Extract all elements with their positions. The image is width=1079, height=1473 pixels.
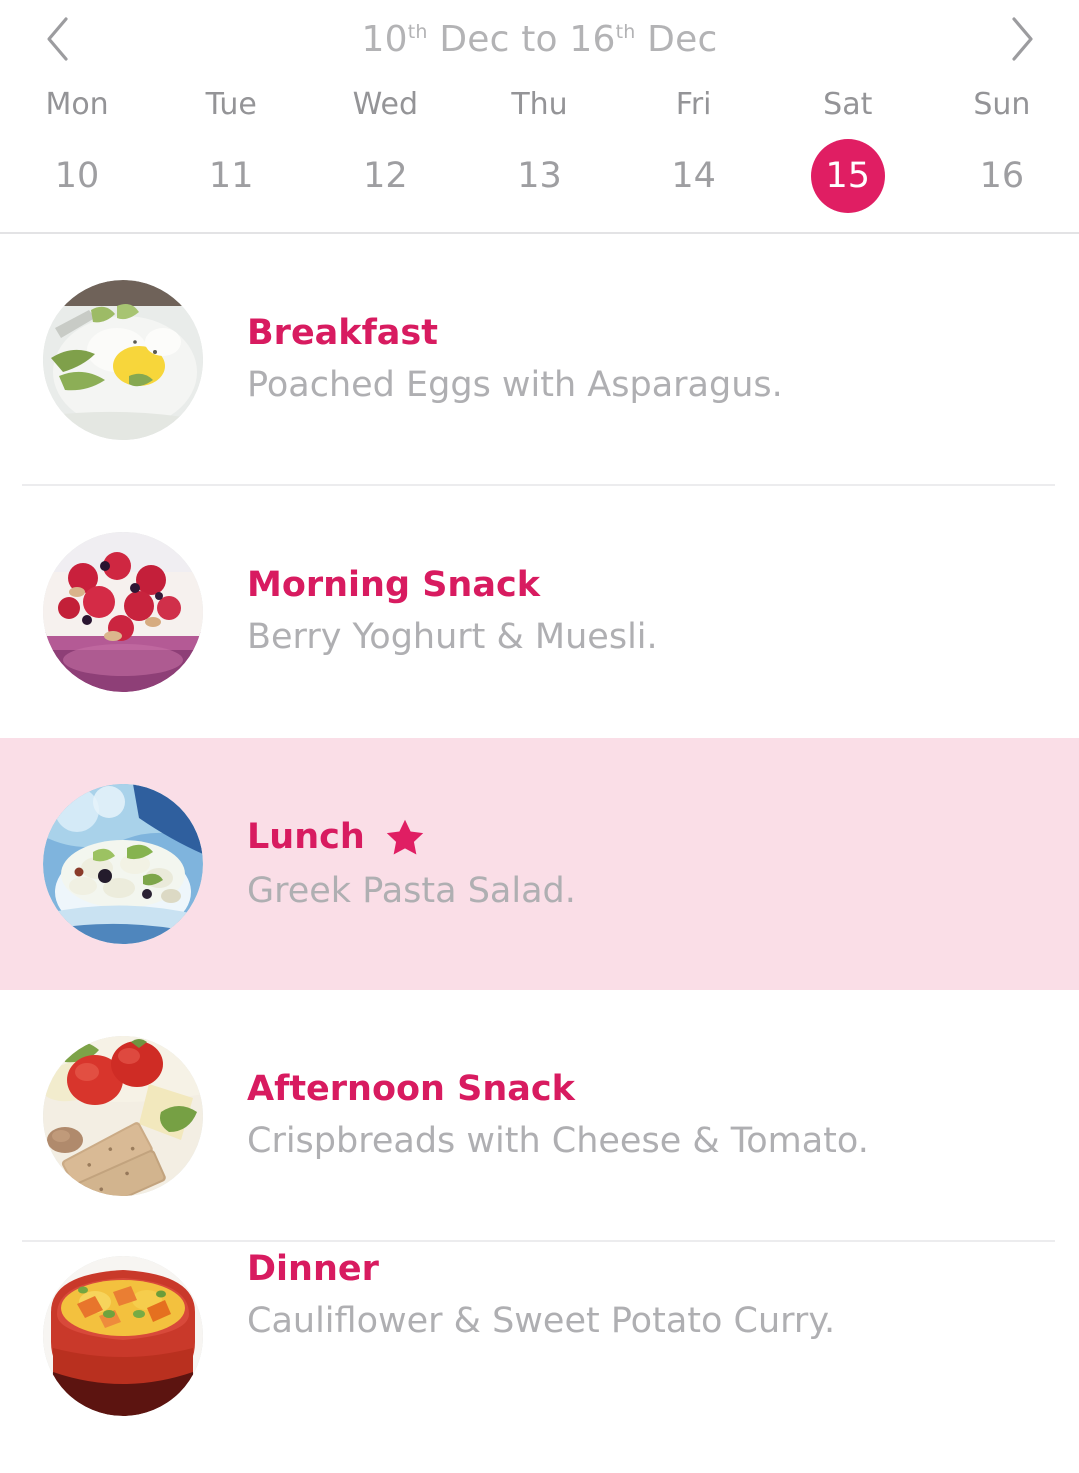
week-range-separator: Dec to	[427, 18, 570, 60]
meal-title-label: Afternoon Snack	[247, 1069, 575, 1110]
meal-row-lunch[interactable]: Lunch Greek Pasta Salad.	[0, 738, 1079, 990]
meal-text-breakfast: Breakfast Poached Eggs with Asparagus.	[247, 314, 783, 406]
week-range-tail: Dec	[635, 18, 718, 60]
weekday-label: Sat	[823, 86, 873, 122]
meal-title-label: Morning Snack	[247, 565, 540, 606]
date-number-selected[interactable]: 15	[810, 139, 885, 213]
weekday-cell-sun[interactable]: Sun	[925, 78, 1079, 130]
meal-planner-screen: 10th Dec to 16th Dec Mon Tue Wed Thu Fri…	[0, 0, 1079, 1473]
weekday-cell-tue[interactable]: Tue	[154, 78, 308, 130]
date-number[interactable]: 10	[40, 139, 114, 213]
week-range-end-day: 16	[569, 18, 616, 60]
date-cell-12[interactable]: 12	[308, 130, 462, 222]
meal-text-dinner: Dinner Cauliflower & Sweet Potato Curry.	[247, 1249, 836, 1342]
date-number[interactable]: 11	[194, 139, 268, 213]
meal-title-label: Lunch	[247, 817, 365, 858]
meal-description-lunch: Greek Pasta Salad.	[247, 870, 576, 911]
meal-row-morning-snack[interactable]: Morning Snack Berry Yoghurt & Muesli.	[0, 486, 1079, 738]
weekday-cell-wed[interactable]: Wed	[308, 78, 462, 130]
week-range-start-day: 10	[361, 18, 408, 60]
week-range-title: 10th Dec to 16th Dec	[80, 19, 999, 60]
weekday-label: Fri	[675, 86, 712, 122]
weekday-cell-mon[interactable]: Mon	[0, 78, 154, 130]
meal-text-lunch: Lunch Greek Pasta Salad.	[247, 817, 576, 911]
meal-title-label: Breakfast	[247, 313, 438, 354]
meal-title-afternoon-snack: Afternoon Snack	[247, 1070, 869, 1109]
meal-title-label: Dinner	[247, 1249, 379, 1289]
weekday-label: Tue	[205, 86, 257, 122]
meal-description-afternoon-snack: Crispbreads with Cheese & Tomato.	[247, 1121, 869, 1162]
meal-text-morning-snack: Morning Snack Berry Yoghurt & Muesli.	[247, 566, 658, 658]
meal-thumbnail-dinner	[43, 1256, 203, 1416]
weekday-cell-thu[interactable]: Thu	[462, 78, 616, 130]
date-number[interactable]: 12	[348, 139, 422, 213]
meal-title-morning-snack: Morning Snack	[247, 566, 658, 605]
week-nav-row: 10th Dec to 16th Dec	[0, 0, 1079, 78]
next-week-button[interactable]	[999, 10, 1045, 68]
meal-row-dinner[interactable]: Dinner Cauliflower & Sweet Potato Curry.	[0, 1242, 1079, 1430]
meal-thumbnail-morning-snack	[43, 532, 203, 692]
meal-thumbnail-afternoon-snack	[43, 1036, 203, 1196]
chevron-right-icon	[1009, 16, 1035, 62]
weekday-labels-row: Mon Tue Wed Thu Fri Sat Sun	[0, 78, 1079, 130]
weekday-label: Wed	[352, 86, 419, 122]
weekday-label: Mon	[45, 86, 109, 122]
weekday-dates-row: 10 11 12 13 14 15 16	[0, 130, 1079, 222]
date-cell-13[interactable]: 13	[462, 130, 616, 222]
date-cell-14[interactable]: 14	[617, 130, 771, 222]
meal-description-breakfast: Poached Eggs with Asparagus.	[247, 365, 783, 406]
meal-text-afternoon-snack: Afternoon Snack Crispbreads with Cheese …	[247, 1070, 869, 1162]
date-cell-16[interactable]: 16	[925, 130, 1079, 222]
meal-title-dinner: Dinner	[247, 1249, 835, 1289]
meal-description-morning-snack: Berry Yoghurt & Muesli.	[247, 617, 658, 658]
weekday-label: Thu	[511, 86, 568, 122]
previous-week-button[interactable]	[34, 10, 80, 68]
date-number[interactable]: 14	[657, 139, 731, 213]
meal-title-breakfast: Breakfast	[247, 314, 783, 353]
date-cell-10[interactable]: 10	[0, 130, 154, 222]
meal-row-afternoon-snack[interactable]: Afternoon Snack Crispbreads with Cheese …	[0, 990, 1079, 1242]
meal-row-breakfast[interactable]: Breakfast Poached Eggs with Asparagus.	[0, 234, 1079, 486]
weekday-cell-sat[interactable]: Sat	[771, 78, 925, 130]
week-header: 10th Dec to 16th Dec Mon Tue Wed Thu Fri…	[0, 0, 1079, 234]
meal-list: Breakfast Poached Eggs with Asparagus. M…	[0, 234, 1079, 1430]
weekday-cell-fri[interactable]: Fri	[617, 78, 771, 130]
meal-thumbnail-lunch	[43, 784, 203, 944]
weekday-label: Sun	[973, 86, 1031, 122]
date-number[interactable]: 13	[502, 139, 576, 213]
date-cell-11[interactable]: 11	[154, 130, 308, 222]
meal-thumbnail-breakfast	[43, 280, 203, 440]
favorite-star-icon[interactable]	[383, 817, 427, 859]
meal-description-dinner: Cauliflower & Sweet Potato Curry.	[247, 1301, 836, 1342]
week-range-end-suffix: th	[615, 20, 636, 43]
meal-title-lunch: Lunch	[247, 817, 576, 859]
week-range-start-suffix: th	[407, 20, 428, 43]
date-number[interactable]: 16	[965, 139, 1039, 213]
date-cell-15-selected[interactable]: 15	[771, 130, 925, 222]
chevron-left-icon	[44, 16, 70, 62]
